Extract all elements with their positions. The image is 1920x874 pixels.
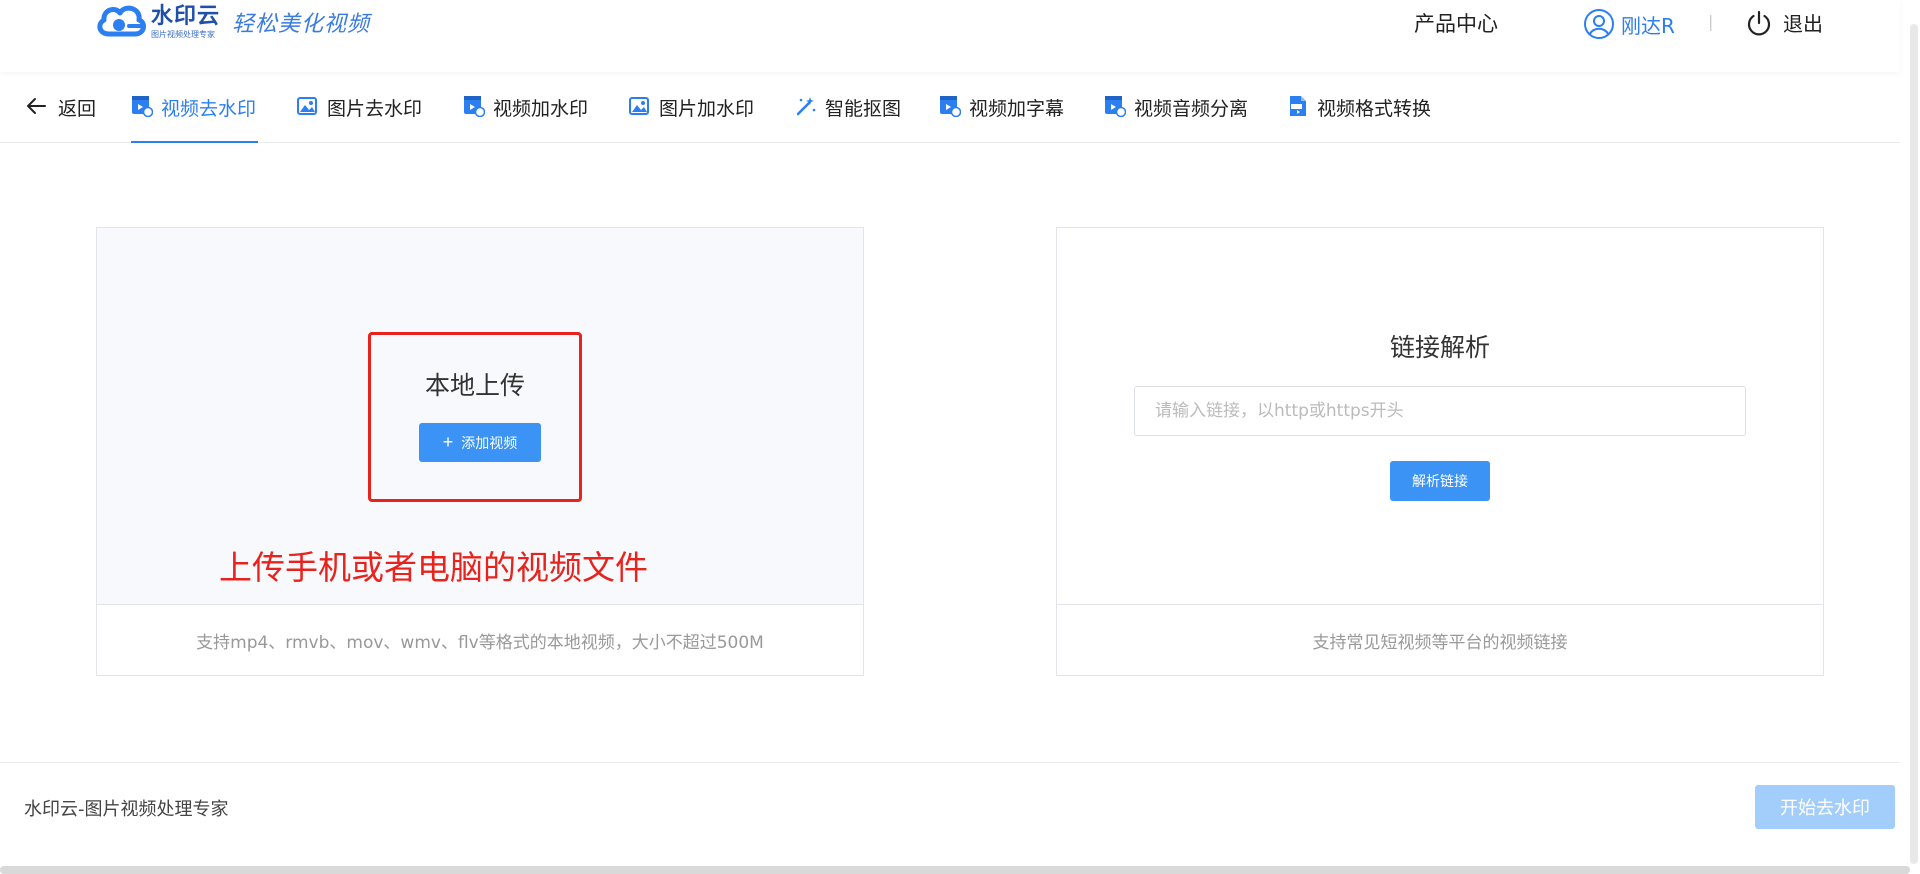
- bottom-bar: 水印云-图片视频处理专家 开始去水印: [0, 762, 1900, 862]
- tab-label: 视频去水印: [161, 98, 257, 120]
- video-icon: [1105, 96, 1126, 117]
- tab-image-remove-watermark[interactable]: 图片去水印: [297, 94, 422, 143]
- tab-label: 视频格式转换: [1317, 98, 1432, 120]
- user-menu[interactable]: 刚达R: [1583, 8, 1675, 40]
- local-upload-card: 本地上传 + 添加视频 上传手机或者电脑的视频文件 支持mp4、rmvb、mov…: [96, 227, 864, 676]
- user-avatar-icon: [1584, 9, 1614, 39]
- product-center-link[interactable]: 产品中心: [1414, 8, 1498, 38]
- video-icon: [940, 96, 961, 117]
- link-parse-card: 链接解析 解析链接 支持常见短视频等平台的视频链接: [1056, 227, 1824, 676]
- tab-video-add-subtitles[interactable]: 视频加字幕: [939, 94, 1064, 143]
- logout-button[interactable]: 退出: [1745, 8, 1823, 37]
- tab-label: 视频加水印: [493, 98, 589, 120]
- tab-video-add-watermark[interactable]: 视频加水印: [463, 94, 588, 143]
- tab-label: 智能抠图: [825, 98, 902, 120]
- back-button[interactable]: 返回: [26, 94, 96, 121]
- link-input[interactable]: [1134, 386, 1746, 436]
- tab-label: 视频加字幕: [969, 98, 1065, 120]
- image-icon: [297, 97, 317, 115]
- back-label: 返回: [58, 98, 97, 120]
- plus-icon: +: [442, 432, 454, 452]
- mp4-file-icon: [1290, 96, 1306, 116]
- tab-image-add-watermark[interactable]: 图片加水印: [629, 94, 754, 143]
- header-separator: |: [1708, 12, 1714, 31]
- upload-title: 本地上传: [424, 371, 525, 400]
- tab-label: 视频音频分离: [1134, 98, 1249, 120]
- add-video-label: 添加视频: [461, 434, 518, 451]
- link-hint: 支持常见短视频等平台的视频链接: [1057, 604, 1823, 675]
- link-parse-title: 链接解析: [1389, 333, 1490, 362]
- tool-tabs: 返回 视频去水印 图片去水印 视频加水印 图片加水印 智能抠图 视频加字幕 视频…: [0, 88, 1900, 143]
- image-icon: [629, 97, 649, 115]
- highlight-box: [368, 332, 582, 502]
- upload-area[interactable]: 本地上传 + 添加视频 上传手机或者电脑的视频文件: [97, 228, 863, 604]
- arrow-left-icon: [27, 98, 46, 114]
- tab-video-remove-watermark[interactable]: 视频去水印: [131, 94, 258, 143]
- video-icon: [132, 96, 153, 117]
- video-icon: [464, 96, 485, 117]
- power-icon: [1747, 10, 1771, 35]
- footer-brand: 水印云-图片视频处理专家: [24, 799, 229, 820]
- username: 刚达R: [1621, 13, 1675, 38]
- upload-annotation: 上传手机或者电脑的视频文件: [219, 548, 648, 587]
- horizontal-scrollbar[interactable]: [0, 866, 1910, 874]
- tab-video-format-convert[interactable]: 视频格式转换: [1287, 94, 1431, 143]
- logout-label: 退出: [1783, 12, 1823, 36]
- tab-label: 图片加水印: [659, 98, 755, 120]
- magic-wand-icon: [796, 97, 816, 116]
- top-header: 水印云 图片视频处理专家 轻松美化视频 产品中心 刚达R | 退出: [0, 0, 1900, 72]
- parse-link-button[interactable]: 解析链接: [1390, 461, 1490, 501]
- tab-label: 图片去水印: [327, 98, 423, 120]
- add-video-button[interactable]: + 添加视频: [419, 423, 541, 462]
- vertical-scrollbar[interactable]: [1910, 24, 1918, 864]
- tab-video-audio-separate[interactable]: 视频音频分离: [1104, 94, 1248, 143]
- upload-hint: 支持mp4、rmvb、mov、wmv、flv等格式的本地视频，大小不超过500M: [97, 604, 863, 675]
- tab-smart-cutout[interactable]: 智能抠图: [795, 94, 901, 143]
- start-remove-watermark-button[interactable]: 开始去水印: [1755, 785, 1895, 829]
